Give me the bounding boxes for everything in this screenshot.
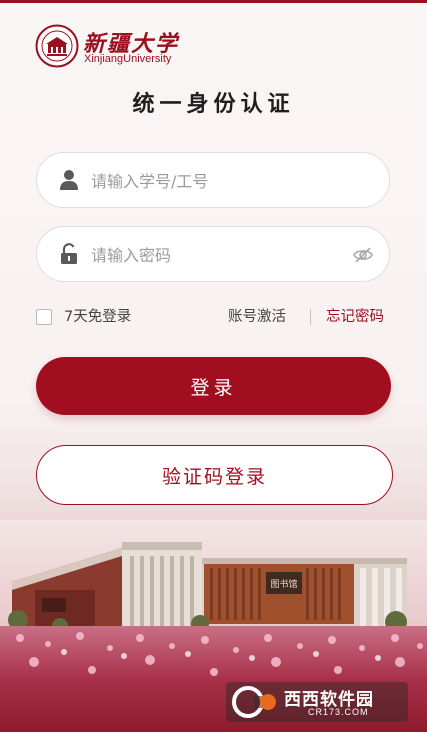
university-seal-icon [35,24,79,68]
user-icon [60,170,78,190]
remember-label[interactable]: 7天免登录 [64,305,131,326]
login-page: 新疆大学 XinjiangUniversity 统一身份认证 7天免登录 账号激… [0,0,427,732]
forgot-password-link[interactable]: 忘记密码 [326,305,384,326]
lock-icon [61,243,77,264]
username-input[interactable] [91,167,351,195]
login-button[interactable]: 登录 [36,357,391,415]
password-input[interactable] [91,241,351,269]
top-accent-line [0,0,427,3]
watermark-badge: 西西软件园 CR173.COM [226,682,408,722]
university-name-en: XinjiangUniversity [84,53,172,65]
code-login-button[interactable]: 验证码登录 [36,445,393,505]
library-sign: 图书馆 [270,578,297,590]
remember-checkbox[interactable] [36,309,52,325]
divider [310,309,311,325]
username-field[interactable] [36,152,390,208]
university-logo: 新疆大学 XinjiangUniversity [35,24,195,72]
page-title: 统一身份认证 [132,92,295,117]
watermark-text-en: CR173.COM [308,707,369,717]
activate-account-link[interactable]: 账号激活 [228,305,286,326]
login-options-row: 7天免登录 账号激活 忘记密码 [36,304,392,328]
eye-off-icon[interactable] [353,246,373,264]
password-field[interactable] [36,226,390,282]
